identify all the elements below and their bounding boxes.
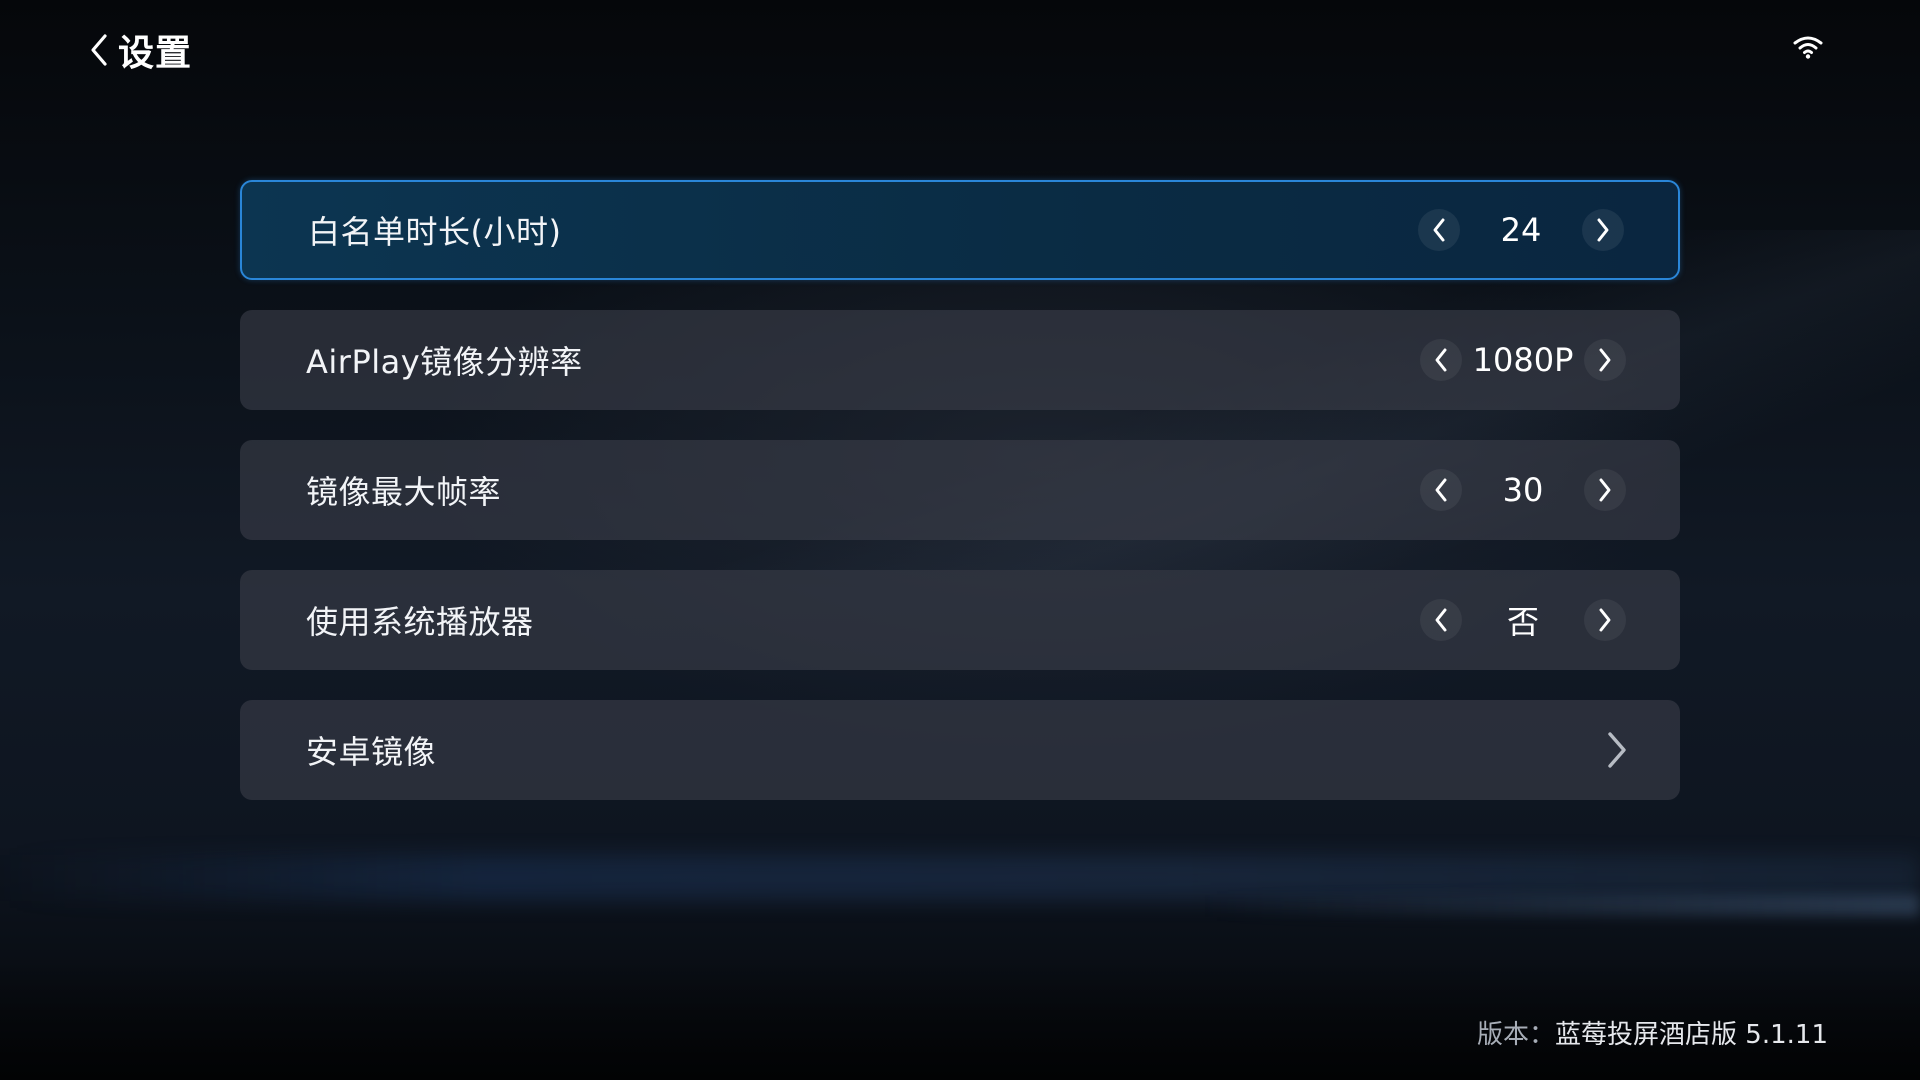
setting-label: 使用系统播放器 (306, 603, 534, 641)
chevron-left-icon (1435, 478, 1447, 502)
setting-row-whitelist-duration[interactable]: 白名单时长(小时) 24 (240, 180, 1680, 280)
stepper-value: 24 (1500, 211, 1542, 249)
stepper-value: 1080P (1472, 341, 1574, 379)
increase-button[interactable] (1584, 339, 1626, 381)
chevron-left-icon (86, 30, 112, 70)
decrease-button[interactable] (1420, 599, 1462, 641)
chevron-right-icon (1597, 218, 1609, 242)
setting-row-airplay-resolution[interactable]: AirPlay镜像分辨率 1080P (240, 310, 1680, 410)
value-stepper: 30 (1420, 469, 1626, 511)
setting-label: 镜像最大帧率 (306, 473, 502, 511)
value-stepper: 1080P (1420, 339, 1626, 381)
decrease-button[interactable] (1420, 469, 1462, 511)
chevron-right-icon (1604, 730, 1630, 770)
settings-list: 白名单时长(小时) 24 AirPlay镜像分辨率 1080P 镜像最大帧率 3… (240, 180, 1680, 830)
version-label: 版本： (1477, 1020, 1556, 1050)
chevron-left-icon (1435, 348, 1447, 372)
page-title: 设置 (118, 33, 193, 74)
chevron-right-icon (1599, 608, 1611, 632)
setting-row-max-framerate[interactable]: 镜像最大帧率 30 (240, 440, 1680, 540)
version-value: 蓝莓投屏酒店版 5.1.11 (1555, 1020, 1828, 1050)
background-light-streak (1200, 895, 1920, 917)
chevron-left-icon (1433, 218, 1445, 242)
increase-button[interactable] (1584, 469, 1626, 511)
decrease-button[interactable] (1418, 209, 1460, 251)
chevron-left-icon (1435, 608, 1447, 632)
setting-row-system-player[interactable]: 使用系统播放器 否 (240, 570, 1680, 670)
background-light-streak (0, 855, 1920, 901)
wifi-icon (1792, 34, 1824, 60)
value-stepper: 否 (1420, 597, 1626, 643)
setting-label: 白名单时长(小时) (308, 213, 562, 251)
version-info: 版本：蓝莓投屏酒店版 5.1.11 (1477, 1014, 1828, 1051)
chevron-right-icon (1599, 478, 1611, 502)
value-stepper: 24 (1418, 209, 1624, 251)
increase-button[interactable] (1584, 599, 1626, 641)
back-button[interactable]: 设置 (86, 24, 192, 76)
setting-label: 安卓镜像 (306, 733, 437, 771)
increase-button[interactable] (1582, 209, 1624, 251)
stepper-value: 否 (1506, 603, 1539, 641)
decrease-button[interactable] (1420, 339, 1462, 381)
settings-screen: 设置 白名单时长(小时) 24 AirPlay镜像分辨率 1080P 镜像最大帧… (0, 0, 1920, 1080)
setting-row-android-mirroring[interactable]: 安卓镜像 (240, 700, 1680, 800)
setting-label: AirPlay镜像分辨率 (306, 343, 583, 381)
chevron-right-icon (1599, 348, 1611, 372)
stepper-value: 30 (1502, 471, 1544, 509)
